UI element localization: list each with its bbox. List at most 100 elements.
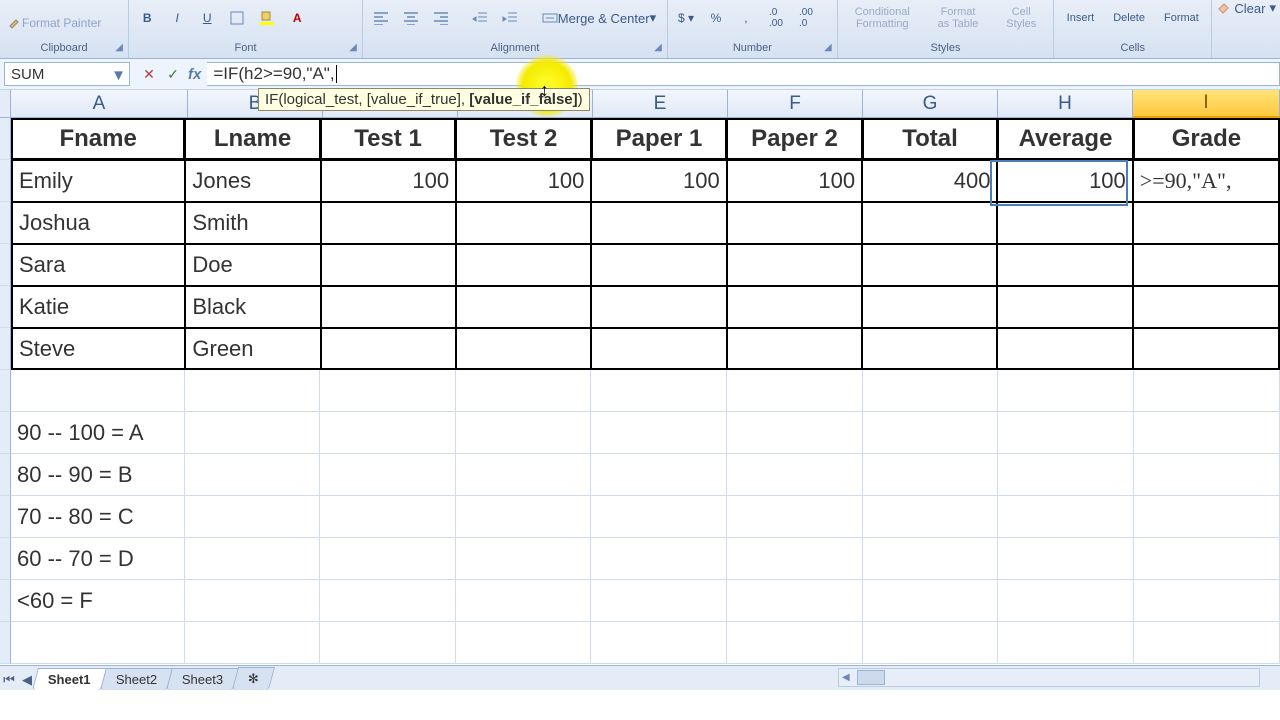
cell[interactable] (185, 538, 321, 580)
bold-button[interactable]: B (133, 5, 161, 31)
cell[interactable] (591, 412, 727, 454)
dialog-launcher-icon[interactable]: ◢ (112, 42, 126, 56)
cell[interactable]: 60 -- 70 = D (11, 538, 185, 580)
cell[interactable]: 100 (997, 160, 1132, 202)
format-painter-button[interactable]: Format Painter (4, 10, 105, 36)
cell[interactable]: 100 (321, 160, 456, 202)
cell[interactable] (863, 412, 999, 454)
cell[interactable] (1134, 580, 1280, 622)
row-header[interactable] (0, 622, 11, 664)
row-header[interactable] (0, 244, 11, 286)
cell[interactable] (863, 538, 999, 580)
cell[interactable]: Black (185, 286, 320, 328)
cell[interactable] (185, 412, 321, 454)
cell[interactable]: Sara (11, 244, 185, 286)
cell[interactable] (591, 622, 727, 664)
increase-indent-button[interactable] (496, 5, 524, 31)
sheet-tab[interactable]: Sheet1 (32, 668, 107, 690)
cell[interactable] (997, 328, 1132, 370)
cell[interactable] (998, 454, 1134, 496)
cell[interactable] (863, 580, 999, 622)
insert-cells-button[interactable]: Insert (1063, 12, 1099, 24)
cell[interactable] (456, 202, 591, 244)
cell[interactable] (1133, 244, 1280, 286)
active-cell-editing[interactable]: >=90,"A", (1133, 160, 1280, 202)
cell[interactable] (11, 370, 185, 412)
cell[interactable]: 70 -- 80 = C (11, 496, 185, 538)
cell[interactable]: 100 (591, 160, 726, 202)
currency-button[interactable]: $ ▾ (672, 5, 700, 31)
cell[interactable]: 400 (862, 160, 997, 202)
cell[interactable] (727, 538, 863, 580)
cell[interactable] (727, 370, 863, 412)
cell[interactable] (591, 286, 726, 328)
cell[interactable] (1134, 454, 1280, 496)
decrease-indent-button[interactable] (466, 5, 494, 31)
cell[interactable] (863, 496, 999, 538)
cell[interactable] (320, 496, 456, 538)
percent-button[interactable]: % (702, 5, 730, 31)
scrollbar-thumb[interactable] (857, 670, 885, 685)
cell[interactable] (456, 244, 591, 286)
cell[interactable] (591, 244, 726, 286)
row-header[interactable] (0, 202, 11, 244)
cell[interactable] (591, 496, 727, 538)
cell[interactable] (862, 244, 997, 286)
cell[interactable] (320, 622, 456, 664)
header-paper2[interactable]: Paper 2 (726, 118, 862, 160)
cell[interactable] (185, 496, 321, 538)
cell[interactable] (727, 286, 862, 328)
cell[interactable] (862, 328, 997, 370)
cell[interactable] (185, 454, 321, 496)
row-header[interactable] (0, 370, 11, 412)
cell[interactable] (727, 202, 862, 244)
sheet-tab[interactable]: Sheet3 (166, 668, 239, 690)
col-header-E[interactable]: E (593, 90, 728, 118)
col-header-G[interactable]: G (863, 90, 998, 118)
format-cells-button[interactable]: Format (1160, 12, 1203, 24)
cell[interactable] (727, 328, 862, 370)
cell[interactable] (321, 328, 456, 370)
cell[interactable] (1134, 412, 1280, 454)
enter-formula-button[interactable]: ✓ (164, 65, 182, 83)
tab-nav-first[interactable]: ⏮ (0, 670, 18, 690)
cell[interactable] (456, 496, 592, 538)
col-header-A[interactable]: A (11, 90, 188, 118)
name-box[interactable]: SUM▼ (4, 62, 130, 86)
cell[interactable] (727, 244, 862, 286)
row-header[interactable] (0, 328, 11, 370)
align-left-button[interactable] (367, 5, 395, 31)
row-header[interactable] (0, 454, 11, 496)
header-fname[interactable]: Fname (11, 118, 184, 160)
cell[interactable] (11, 622, 185, 664)
cell[interactable] (998, 370, 1134, 412)
cell[interactable] (727, 454, 863, 496)
row-header[interactable] (0, 160, 11, 202)
cell[interactable] (998, 622, 1134, 664)
cell[interactable] (1133, 286, 1280, 328)
comma-button[interactable]: , (732, 5, 760, 31)
cell[interactable] (591, 538, 727, 580)
cell[interactable] (727, 580, 863, 622)
cell[interactable] (998, 538, 1134, 580)
cell[interactable] (727, 622, 863, 664)
cell[interactable] (185, 370, 321, 412)
sheet-tab[interactable]: Sheet2 (100, 668, 173, 690)
cell[interactable] (1133, 202, 1280, 244)
cell[interactable] (862, 286, 997, 328)
chevron-down-icon[interactable]: ▼ (111, 67, 126, 84)
cell[interactable] (185, 622, 321, 664)
cell[interactable] (320, 412, 456, 454)
cell[interactable] (863, 370, 999, 412)
italic-button[interactable]: I (163, 5, 191, 31)
dialog-launcher-icon[interactable]: ◢ (821, 42, 835, 56)
row-header[interactable] (0, 496, 11, 538)
cell[interactable] (727, 412, 863, 454)
cell[interactable]: Smith (185, 202, 320, 244)
cell[interactable]: Green (185, 328, 320, 370)
col-header-F[interactable]: F (728, 90, 863, 118)
dialog-launcher-icon[interactable]: ◢ (651, 42, 665, 56)
cell[interactable] (320, 454, 456, 496)
cell[interactable] (998, 412, 1134, 454)
select-all-corner[interactable] (0, 90, 11, 118)
